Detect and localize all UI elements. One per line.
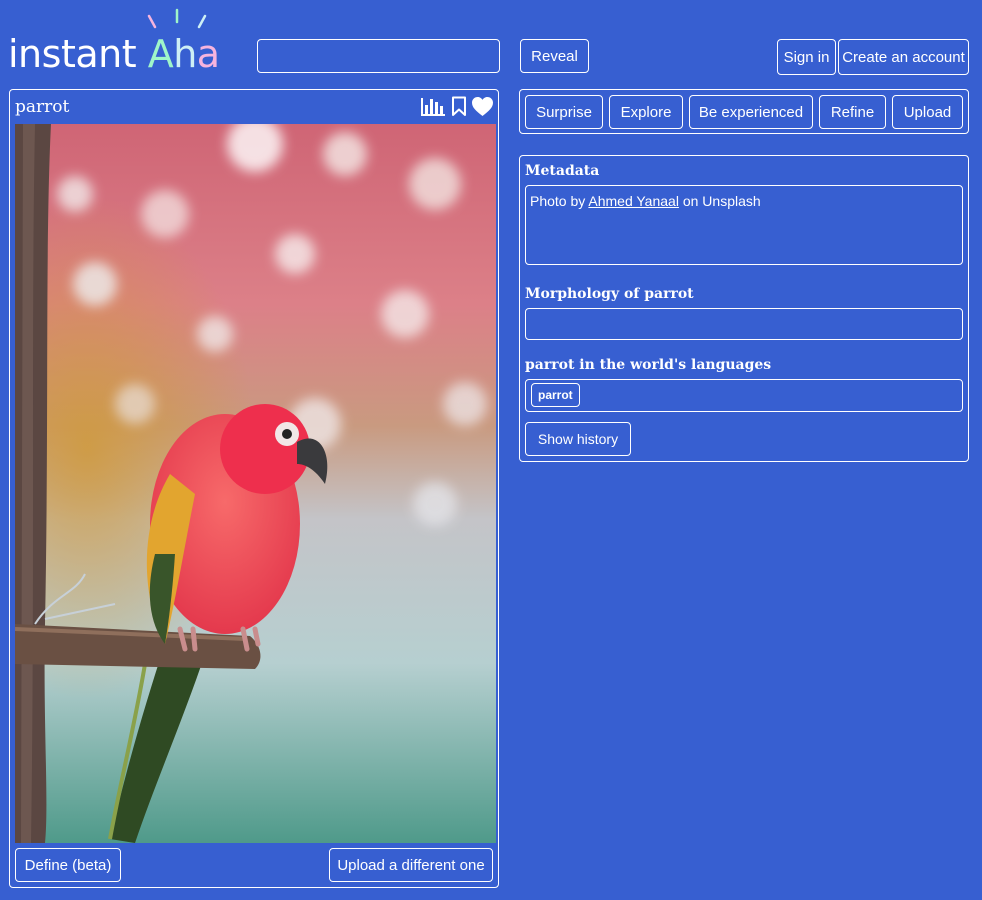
- languages-field: [525, 379, 963, 412]
- show-history-button[interactable]: Show history: [525, 422, 631, 456]
- create-account-button[interactable]: Create an account: [838, 39, 969, 75]
- parrot-photo: [15, 124, 496, 843]
- languages-title: parrot in the world's languages: [525, 357, 772, 373]
- upload-different-button[interactable]: Upload a different one: [329, 848, 493, 882]
- bookmark-icon[interactable]: [451, 96, 467, 117]
- heart-icon[interactable]: [471, 96, 494, 117]
- logo-wordmark: instant Aha: [8, 32, 220, 76]
- surprise-button[interactable]: Surprise: [525, 95, 603, 129]
- card-title: parrot: [15, 97, 70, 117]
- explore-button[interactable]: Explore: [609, 95, 683, 129]
- search-input[interactable]: [257, 39, 500, 73]
- bar-chart-icon[interactable]: [421, 97, 446, 116]
- be-experienced-button[interactable]: Be experienced: [689, 95, 813, 129]
- instant-aha-logo[interactable]: instant Aha: [8, 8, 220, 78]
- card-toolbar: [421, 94, 495, 118]
- upload-button[interactable]: Upload: [892, 95, 963, 129]
- reveal-button[interactable]: Reveal: [520, 39, 589, 73]
- define-button[interactable]: Define (beta): [15, 848, 121, 882]
- spark-icon: [147, 8, 207, 29]
- refine-button[interactable]: Refine: [819, 95, 886, 129]
- metadata-title: Metadata: [525, 163, 600, 179]
- language-tag[interactable]: parrot: [531, 383, 580, 407]
- author-link[interactable]: Ahmed Yanaal: [588, 193, 679, 209]
- morphology-title: Morphology of parrot: [525, 286, 694, 302]
- morphology-field: [525, 308, 963, 340]
- metadata-field: Photo by Ahmed Yanaal on Unsplash: [525, 185, 963, 265]
- sign-in-button[interactable]: Sign in: [777, 39, 836, 75]
